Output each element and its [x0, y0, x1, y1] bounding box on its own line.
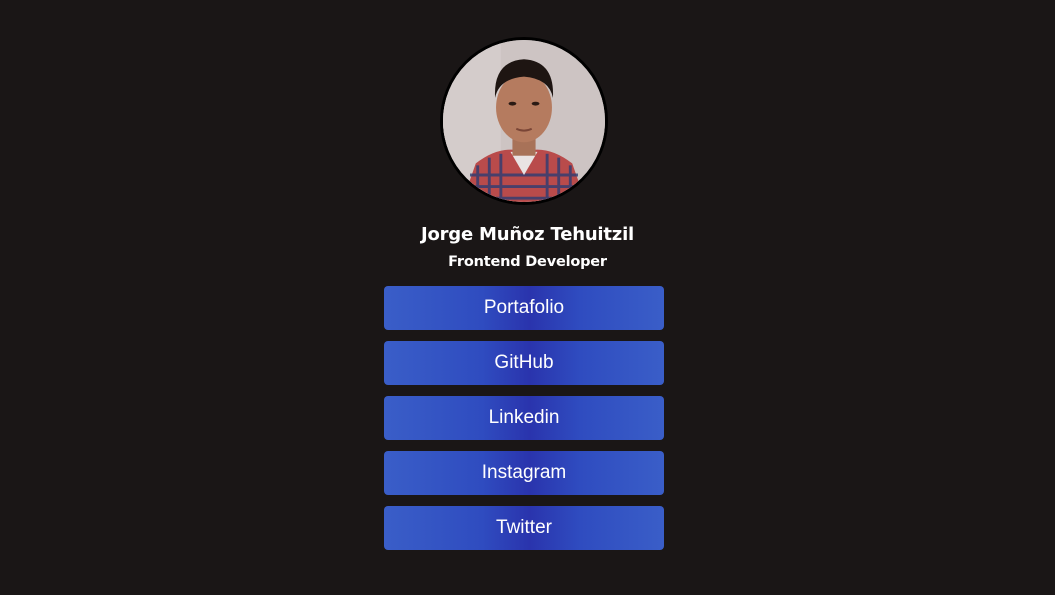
profile-photo-icon: [443, 40, 605, 202]
link-list: Portafolio GitHub Linkedin Instagram Twi…: [384, 286, 664, 561]
portafolio-link-button[interactable]: Portafolio: [384, 286, 664, 330]
github-link-button[interactable]: GitHub: [384, 341, 664, 385]
twitter-link-button[interactable]: Twitter: [384, 506, 664, 550]
linkedin-link-button[interactable]: Linkedin: [384, 396, 664, 440]
profile-role: Frontend Developer: [448, 254, 607, 270]
instagram-link-button[interactable]: Instagram: [384, 451, 664, 495]
avatar: [440, 37, 608, 205]
profile-name: Jorge Muñoz Tehuitzil: [420, 224, 635, 245]
link-page: Jorge Muñoz Tehuitzil Frontend Developer…: [0, 0, 1055, 595]
